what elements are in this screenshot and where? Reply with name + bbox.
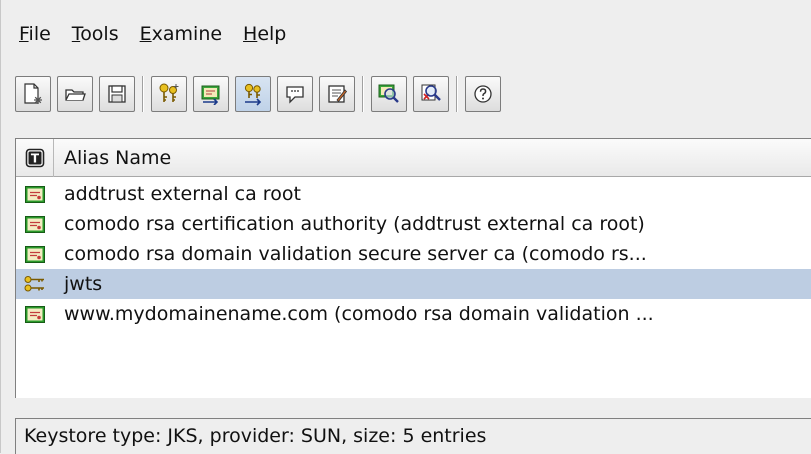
row-type-cell (16, 179, 54, 209)
new-document-icon (24, 83, 42, 104)
toolbar-separator (362, 76, 364, 112)
toolbar (15, 60, 811, 128)
toolbar-separator (456, 76, 458, 112)
keystore-window: File Tools Examine Help T Alias Name add… (0, 0, 811, 454)
menu-tools-mnemonic: T (71, 23, 81, 45)
menu-tools-label: ools (80, 23, 119, 45)
save-keystore-button[interactable] (99, 76, 135, 112)
speech-bubble-icon (286, 86, 304, 104)
menu-examine[interactable]: Examine (132, 16, 231, 52)
key-pair-icon (159, 83, 179, 102)
certificate-icon (25, 245, 45, 263)
table-row[interactable]: comodo rsa domain validation secure serv… (16, 239, 811, 269)
menu-file[interactable]: File (11, 16, 60, 52)
menu-help-label: elp (257, 23, 287, 45)
help-button[interactable] (465, 76, 501, 112)
new-keystore-button[interactable] (15, 76, 51, 112)
table-row[interactable]: addtrust external ca root (16, 179, 811, 209)
certificate-icon (25, 185, 45, 203)
key-pair-icon (24, 276, 44, 292)
table-body: addtrust external ca root comodo rsa cer… (16, 177, 811, 329)
row-alias: comodo rsa certification authority (addt… (64, 213, 645, 235)
open-folder-icon (65, 89, 86, 101)
keystore-properties-button[interactable] (319, 76, 355, 112)
import-key-pair-icon (244, 83, 262, 106)
keystore-entries-table: T Alias Name addtrust external ca root c… (15, 138, 811, 398)
table-row[interactable]: comodo rsa certification authority (addt… (16, 209, 811, 239)
properties-icon (328, 85, 348, 103)
examine-crl-button[interactable] (413, 76, 449, 112)
import-key-pair-button[interactable] (235, 76, 271, 112)
menu-file-mnemonic: F (19, 23, 29, 45)
import-certificate-icon (201, 85, 220, 105)
column-header-type[interactable]: T (16, 138, 54, 177)
menu-bar: File Tools Examine Help (1, 14, 811, 54)
row-type-cell (16, 239, 54, 269)
status-bar: Keystore type: JKS, provider: SUN, size:… (15, 418, 811, 454)
generate-key-pair-button[interactable] (151, 76, 187, 112)
menu-examine-mnemonic: E (139, 23, 152, 45)
table-row[interactable]: www.mydomainename.com (comodo rsa domain… (16, 299, 811, 329)
menu-file-label: ile (28, 23, 51, 45)
help-icon (474, 85, 492, 103)
table-row-selected[interactable]: jwts (16, 269, 811, 299)
open-keystore-button[interactable] (57, 76, 93, 112)
examine-certificate-button[interactable] (371, 76, 407, 112)
save-disk-icon (108, 85, 126, 103)
row-alias: comodo rsa domain validation secure serv… (64, 243, 647, 265)
certificate-icon (25, 215, 45, 233)
menu-help-mnemonic: H (243, 23, 258, 45)
menu-tools[interactable]: Tools (64, 16, 128, 52)
row-type-cell (16, 299, 54, 329)
import-certificate-button[interactable] (193, 76, 229, 112)
row-type-cell (16, 209, 54, 239)
certificate-icon (25, 305, 45, 323)
row-alias: www.mydomainename.com (comodo rsa domain… (64, 303, 654, 325)
entry-type-icon: T (25, 148, 44, 167)
menu-examine-label: xamine (151, 23, 223, 45)
menu-help[interactable]: Help (235, 16, 295, 52)
row-alias: jwts (64, 273, 103, 295)
examine-certificate-icon (378, 84, 399, 103)
column-header-alias-name[interactable]: Alias Name (54, 147, 171, 169)
column-type-letter: T (30, 151, 39, 165)
set-password-button[interactable] (277, 76, 313, 112)
row-alias: addtrust external ca root (64, 183, 301, 205)
examine-crl-icon (421, 84, 441, 101)
row-type-cell (16, 269, 54, 299)
table-header: T Alias Name (16, 138, 811, 177)
toolbar-separator (142, 76, 144, 112)
